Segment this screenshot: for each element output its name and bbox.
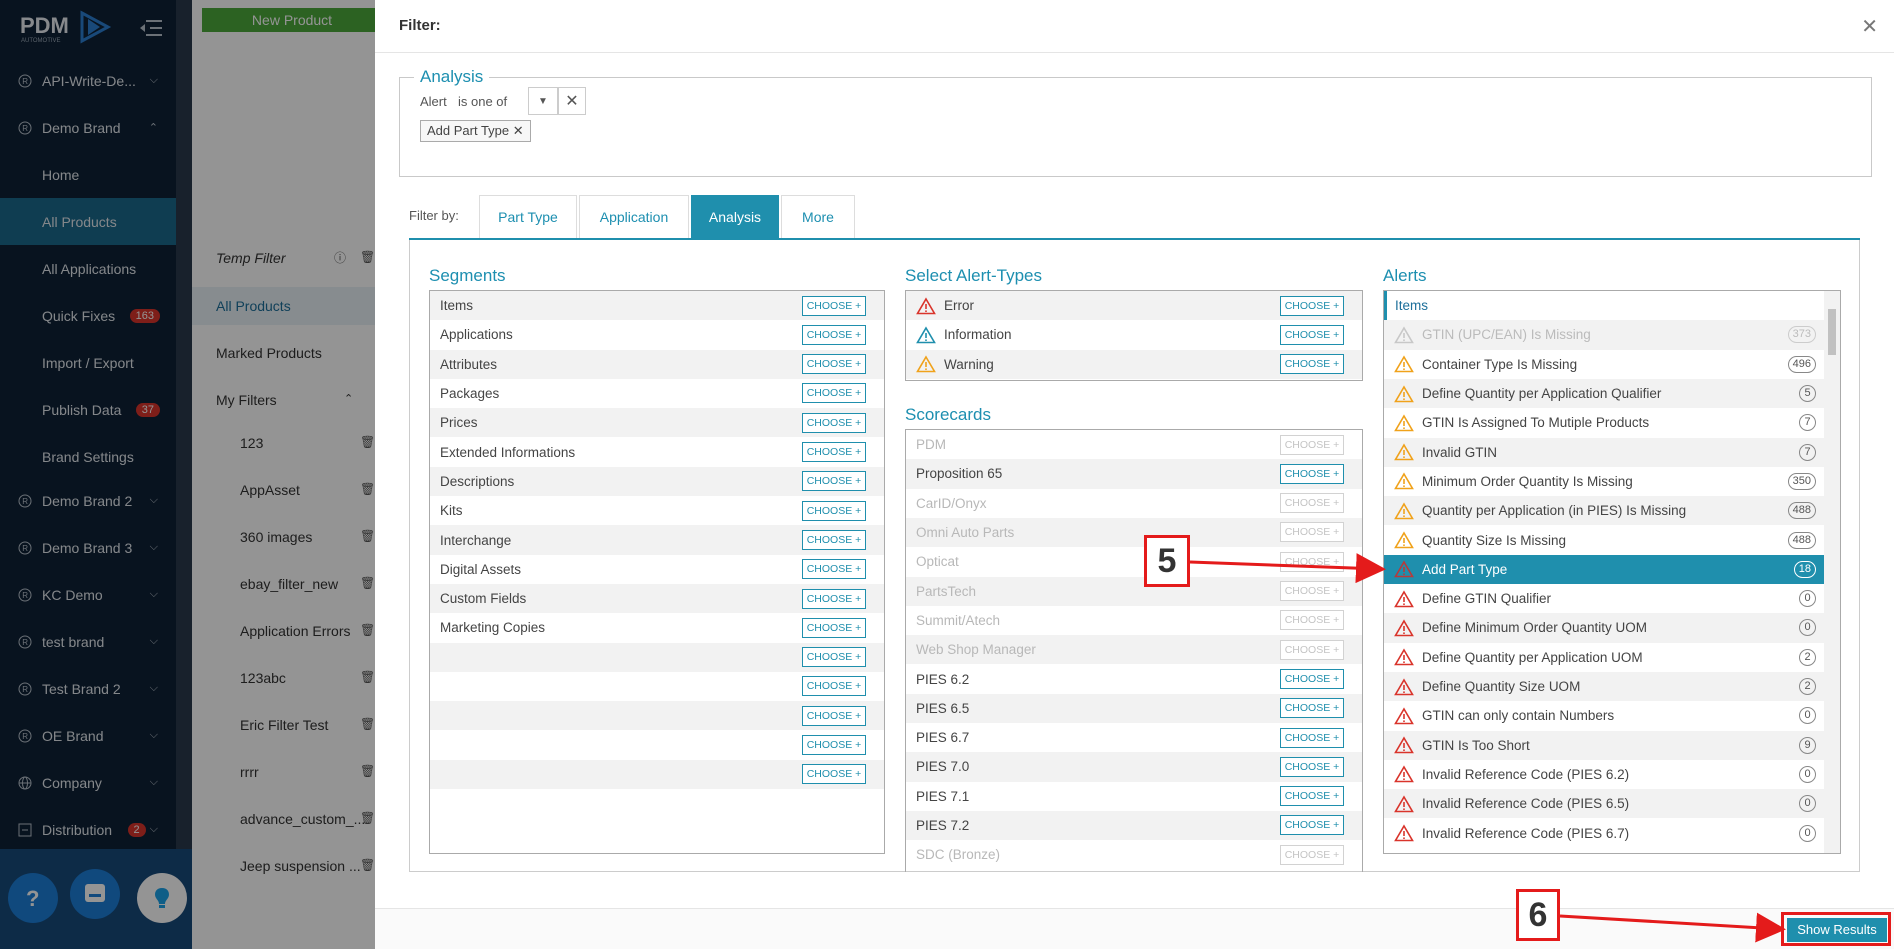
show-results-highlight: [1781, 912, 1891, 946]
step-6-arrow: [1559, 912, 1786, 943]
annotation-arrows: [1189, 553, 1786, 943]
step-5-arrow: [1189, 553, 1386, 584]
